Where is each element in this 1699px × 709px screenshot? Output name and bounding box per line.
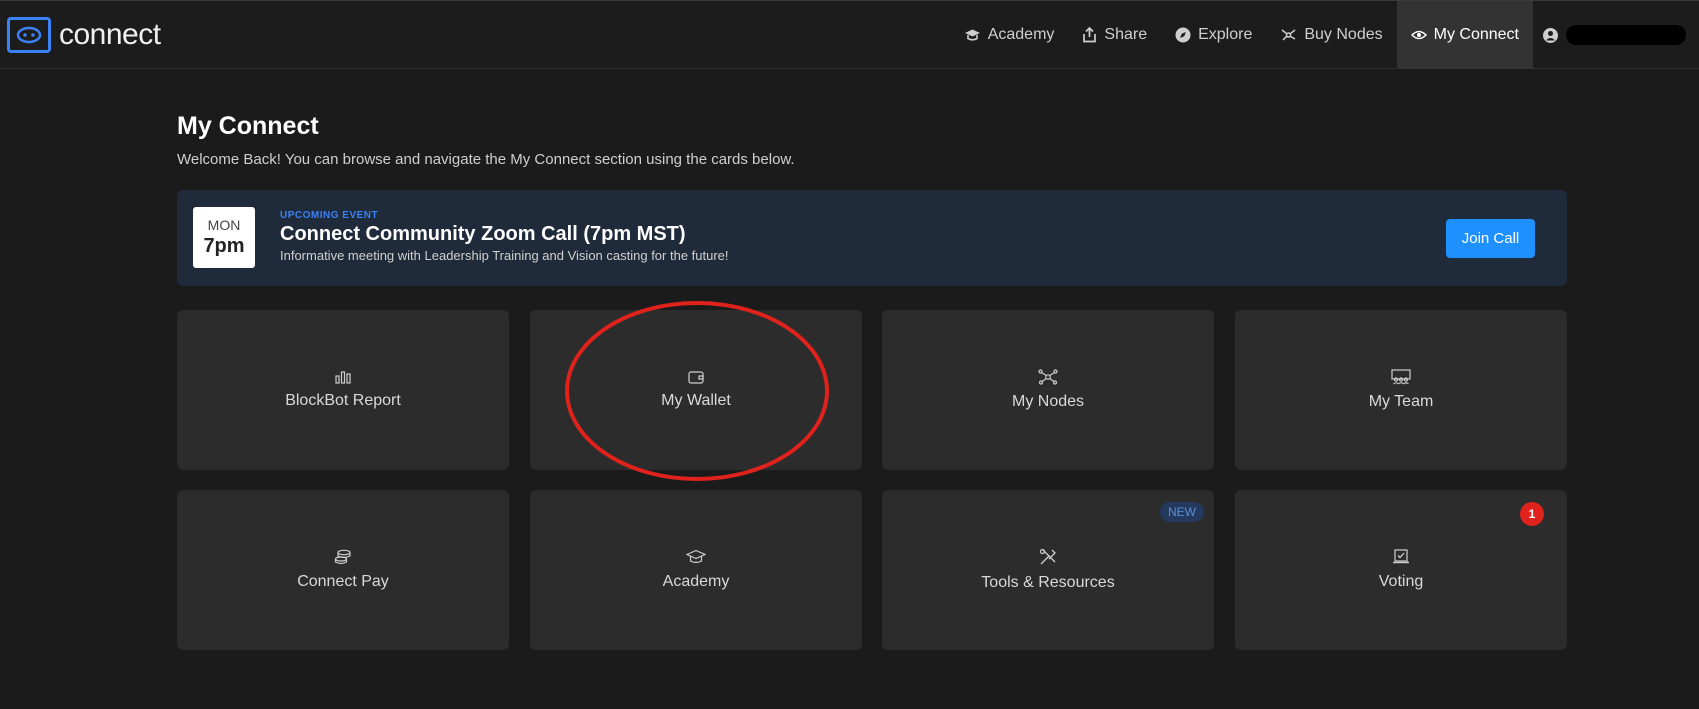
card-my-nodes[interactable]: My Nodes [882,310,1214,470]
event-time: 7pm [203,235,245,257]
wallet-icon [688,371,704,384]
nav-academy[interactable]: Academy [950,1,1069,69]
card-label: Academy [662,573,730,590]
event-day: MON [207,217,241,233]
upcoming-event-banner: MON 7pm UPCOMING EVENT Connect Community… [177,190,1567,286]
card-tools-resources[interactable]: Tools & Resources NEW [882,490,1214,650]
ballot-icon [1393,549,1409,564]
event-description: Informative meeting with Leadership Trai… [280,248,729,263]
card-my-team[interactable]: My Team [1235,310,1567,470]
user-menu[interactable] [1533,1,1699,69]
connect-logo[interactable]: connect [7,17,161,53]
card-label: Voting [1378,573,1424,590]
page-title: My Connect [177,112,319,140]
connect-logo-icon [7,17,51,53]
bar-chart-icon [335,371,351,384]
card-blockbot-report[interactable]: BlockBot Report [177,310,509,470]
share-icon [1083,27,1097,43]
nav-explore-label: Explore [1198,26,1253,43]
new-badge: NEW [1160,502,1204,522]
tools-icon [1039,548,1056,565]
card-label: My Nodes [1011,393,1085,410]
card-academy[interactable]: Academy [530,490,862,650]
nav-buy-nodes-label: Buy Nodes [1304,26,1383,43]
card-label: BlockBot Report [285,392,401,409]
card-voting[interactable]: Voting 1 [1235,490,1567,650]
join-call-button[interactable]: Join Call [1446,219,1535,258]
page-header: My Connect Welcome Back! You can browse … [177,100,1567,168]
nav-share-label: Share [1104,26,1148,43]
nodes-icon [1038,369,1058,385]
event-title: Connect Community Zoom Call (7pm MST) [280,223,686,245]
logo-text: connect [59,18,161,51]
card-label: Tools & Resources [981,574,1115,591]
event-tag: UPCOMING EVENT [280,210,379,221]
user-icon [1543,27,1558,43]
card-my-wallet[interactable]: My Wallet [530,310,862,470]
page-subtitle: Welcome Back! You can browse and navigat… [177,151,795,168]
nav-buy-nodes[interactable]: Buy Nodes [1266,1,1396,69]
card-label: My Wallet [661,392,731,409]
nav-explore[interactable]: Explore [1161,1,1266,69]
nav-academy-label: Academy [987,26,1055,43]
graduation-cap-icon [686,549,706,564]
nav-my-connect-label: My Connect [1433,26,1519,43]
main-nav: Academy Share Explore Buy Nodes My Conne… [950,1,1699,69]
eye-icon [1410,30,1427,40]
user-name-redacted [1566,25,1686,45]
card-connect-pay[interactable]: Connect Pay [177,490,509,650]
coins-icon [334,549,351,565]
top-navigation-bar: connect Academy Share Explore Buy Nodes … [0,0,1699,69]
card-label: My Team [1368,393,1434,410]
event-date-box: MON 7pm [193,207,255,268]
graduation-cap-icon [964,29,980,41]
nav-share[interactable]: Share [1068,1,1161,69]
card-label: Connect Pay [297,573,389,590]
notification-count-badge: 1 [1520,502,1544,526]
nav-my-connect[interactable]: My Connect [1396,1,1533,69]
compass-icon [1175,27,1191,43]
nodes-icon [1281,29,1296,41]
team-icon [1391,369,1411,385]
